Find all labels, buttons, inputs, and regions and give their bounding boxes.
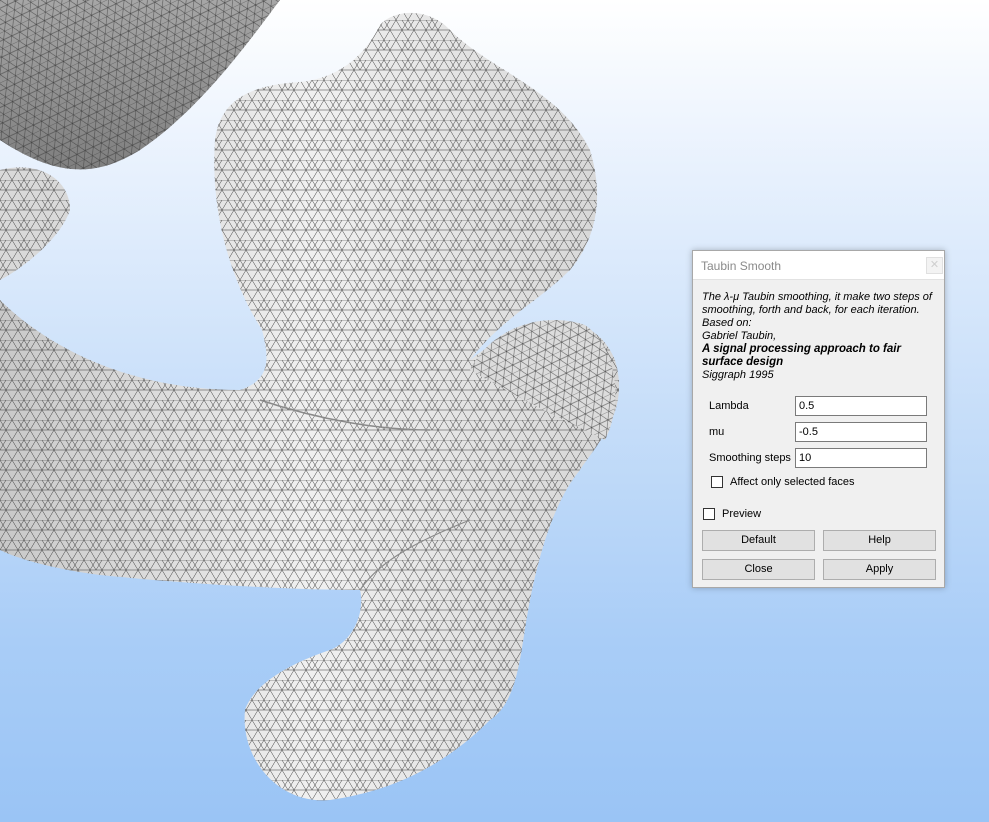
dialog-titlebar[interactable]: Taubin Smooth ✕ <box>693 251 944 280</box>
apply-button[interactable]: Apply <box>823 559 936 580</box>
smoothing-steps-label: Smoothing steps <box>709 452 791 464</box>
taubin-smooth-dialog: Taubin Smooth ✕ The λ-μ Taubin smoothing… <box>692 250 945 588</box>
filter-description: The λ-μ Taubin smoothing, it make two st… <box>702 291 938 382</box>
description-paper-line-2: surface design <box>702 356 784 368</box>
close-button[interactable]: Close <box>702 559 815 580</box>
mu-label: mu <box>709 426 725 438</box>
preview-label[interactable]: Preview <box>722 508 761 520</box>
description-based-on: Based on: <box>702 317 752 329</box>
affect-selected-checkbox[interactable] <box>711 476 723 488</box>
mu-input[interactable]: -0.5 <box>795 422 927 442</box>
lambda-label: Lambda <box>709 400 749 412</box>
close-icon[interactable]: ✕ <box>926 257 943 274</box>
description-venue: Siggraph 1995 <box>702 369 774 381</box>
affect-selected-label[interactable]: Affect only selected faces <box>730 476 855 488</box>
preview-checkbox[interactable] <box>703 508 715 520</box>
dialog-title: Taubin Smooth <box>701 259 782 273</box>
description-paper-line-1: A signal processing approach to fair <box>702 343 901 355</box>
lambda-input[interactable]: 0.5 <box>795 396 927 416</box>
mesh-left-arm <box>0 167 70 280</box>
description-line-1: The λ-μ Taubin smoothing, it make two st… <box>702 291 932 303</box>
smoothing-steps-input[interactable]: 10 <box>795 448 927 468</box>
description-author: Gabriel Taubin, <box>702 330 777 342</box>
help-button[interactable]: Help <box>823 530 936 551</box>
default-button[interactable]: Default <box>702 530 815 551</box>
description-line-2: smoothing, forth and back, for each iter… <box>702 304 920 316</box>
